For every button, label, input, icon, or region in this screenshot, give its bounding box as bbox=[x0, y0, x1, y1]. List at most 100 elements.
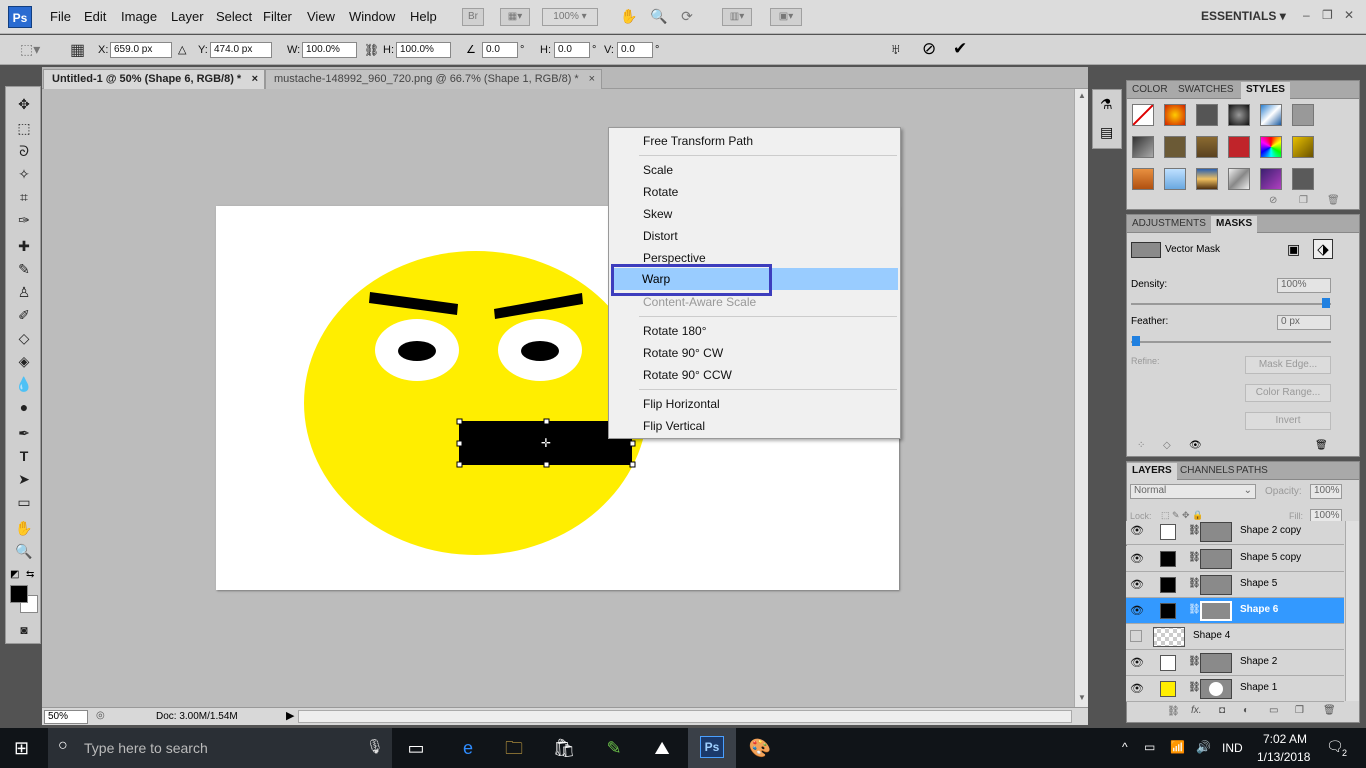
dodge-tool-icon[interactable]: ● bbox=[15, 398, 33, 416]
tab-swatches[interactable]: SWATCHES bbox=[1173, 82, 1239, 99]
status-menu-icon[interactable]: ▶ bbox=[286, 709, 294, 722]
store-icon[interactable]: 🛍 bbox=[550, 736, 578, 760]
transform-handle[interactable] bbox=[629, 461, 636, 468]
menu-filter[interactable]: Filter bbox=[263, 9, 292, 24]
chain-icon[interactable]: ⛓ bbox=[1188, 682, 1201, 693]
scroll-up-icon[interactable]: ▲ bbox=[1078, 91, 1086, 100]
chain-icon[interactable]: ⛓ bbox=[1188, 552, 1201, 563]
style-swatch[interactable] bbox=[1132, 168, 1154, 190]
chain-icon[interactable]: ⛓ bbox=[1188, 656, 1201, 667]
style-none-swatch[interactable] bbox=[1132, 104, 1154, 126]
layer-mask-thumb[interactable] bbox=[1200, 549, 1232, 569]
reference-point-icon[interactable]: ▦ bbox=[70, 40, 85, 60]
transform-handle[interactable] bbox=[456, 440, 463, 447]
lock-icons[interactable]: ⬚ ✎ ✥ 🔒 bbox=[1161, 510, 1203, 521]
mask-edge-button[interactable]: Mask Edge... bbox=[1245, 356, 1331, 374]
transform-handle[interactable] bbox=[456, 461, 463, 468]
clone-stamp-icon[interactable]: ♙ bbox=[15, 283, 33, 301]
menu-item-free-transform-path[interactable]: Free Transform Path bbox=[643, 134, 753, 148]
style-swatch[interactable] bbox=[1292, 136, 1314, 158]
layer-style-icon[interactable]: fx. bbox=[1191, 705, 1202, 716]
transform-handle[interactable] bbox=[543, 418, 550, 425]
tab-close-icon[interactable]: × bbox=[589, 70, 595, 88]
tab-styles[interactable]: STYLES bbox=[1241, 82, 1290, 99]
menu-select[interactable]: Select bbox=[216, 9, 252, 24]
menu-item-rotate-180[interactable]: Rotate 180° bbox=[643, 324, 707, 338]
add-pixel-mask-icon[interactable]: ▣ bbox=[1287, 241, 1300, 258]
visibility-icon[interactable]: 👁 bbox=[1189, 440, 1202, 451]
invert-button[interactable]: Invert bbox=[1245, 412, 1331, 430]
history-icon[interactable]: ⚗ bbox=[1100, 96, 1113, 113]
menu-help[interactable]: Help bbox=[410, 9, 437, 24]
height-field[interactable]: 100.0% bbox=[396, 42, 451, 58]
tab-layers[interactable]: LAYERS bbox=[1127, 463, 1177, 480]
marquee-tool-icon[interactable]: ⬚ bbox=[15, 119, 33, 137]
photoshop-taskbar-active[interactable]: Ps bbox=[688, 728, 736, 768]
tab-color[interactable]: COLOR bbox=[1127, 82, 1173, 99]
blur-tool-icon[interactable]: 💧 bbox=[15, 375, 33, 393]
style-swatch[interactable] bbox=[1196, 168, 1218, 190]
vertical-scrollbar[interactable]: ▲ ▼ bbox=[1074, 89, 1088, 707]
adjustment-layer-icon[interactable]: ◐ bbox=[1243, 705, 1249, 716]
menu-edit[interactable]: Edit bbox=[84, 9, 106, 24]
eye-icon[interactable]: 👁 bbox=[1130, 524, 1144, 537]
clear-style-icon[interactable]: ⊘ bbox=[1269, 195, 1277, 206]
minimize-icon[interactable]: – bbox=[1303, 8, 1310, 22]
move-tool-icon[interactable]: ✥ bbox=[15, 95, 33, 113]
color-range-button[interactable]: Color Range... bbox=[1245, 384, 1331, 402]
tab-masks[interactable]: MASKS bbox=[1211, 216, 1258, 233]
magic-wand-icon[interactable]: ✧ bbox=[15, 165, 33, 183]
taskbar-search[interactable]: ○ Type here to search 🎙 bbox=[48, 728, 392, 768]
style-swatch[interactable] bbox=[1292, 168, 1314, 190]
menu-layer[interactable]: Layer bbox=[171, 9, 204, 24]
feather-slider-thumb[interactable] bbox=[1132, 336, 1140, 346]
rotate-view-icon[interactable]: ⟳ bbox=[678, 8, 696, 26]
style-swatch[interactable] bbox=[1260, 168, 1282, 190]
layer-mask-thumb[interactable] bbox=[1200, 575, 1232, 595]
angle-field[interactable]: 0.0 bbox=[482, 42, 518, 58]
new-style-icon[interactable]: ❐ bbox=[1299, 195, 1308, 206]
language-indicator[interactable]: IND bbox=[1222, 741, 1243, 755]
zoom-tool-icon[interactable]: 🔍 bbox=[15, 542, 33, 560]
tab-mustache[interactable]: mustache-148992_960_720.png @ 66.7% (Sha… bbox=[265, 69, 602, 89]
shape-tool-icon[interactable]: ▭ bbox=[15, 493, 33, 511]
layer-mask-thumb[interactable] bbox=[1200, 522, 1232, 542]
blend-mode-select[interactable]: Normal ⌄ bbox=[1130, 484, 1256, 499]
file-explorer-icon[interactable]: 🗀 bbox=[500, 736, 528, 760]
menu-file[interactable]: File bbox=[50, 9, 71, 24]
swap-colors-icon[interactable]: ⇆ bbox=[26, 569, 34, 580]
tab-channels[interactable]: CHANNELS bbox=[1175, 463, 1239, 480]
brush-tool-icon[interactable]: ✎ bbox=[15, 260, 33, 278]
tab-paths[interactable]: PATHS bbox=[1231, 463, 1273, 480]
menu-item-flip-vertical[interactable]: Flip Vertical bbox=[643, 419, 705, 433]
layer-row[interactable]: 👁 ⛓ Shape 5 copy bbox=[1126, 546, 1344, 572]
screen-mode-icon[interactable]: ▣▾ bbox=[770, 8, 802, 26]
volume-icon[interactable]: 🔊 bbox=[1196, 740, 1211, 754]
tab-untitled-1[interactable]: Untitled-1 @ 50% (Shape 6, RGB/8) * × bbox=[43, 69, 265, 89]
style-swatch[interactable] bbox=[1292, 104, 1314, 126]
eye-icon[interactable]: 👁 bbox=[1130, 552, 1144, 565]
default-colors-icon[interactable]: ◩ bbox=[10, 569, 19, 580]
chain-icon[interactable]: ⛓ bbox=[1188, 604, 1201, 615]
link-icon[interactable]: ⛓ bbox=[364, 43, 379, 57]
x-field[interactable]: 659.0 px bbox=[110, 42, 172, 58]
chain-icon[interactable]: ⛓ bbox=[1188, 525, 1201, 536]
microphone-icon[interactable]: 🎙 bbox=[366, 738, 384, 755]
bridge-icon[interactable]: Br bbox=[462, 8, 484, 26]
pen-tool-icon[interactable]: ✒ bbox=[15, 424, 33, 442]
cancel-transform-icon[interactable]: ⊘ bbox=[922, 39, 936, 59]
feather-slider[interactable] bbox=[1131, 341, 1331, 343]
apply-mask-icon[interactable]: ◇ bbox=[1163, 440, 1171, 451]
tab-close-icon[interactable]: × bbox=[252, 70, 258, 88]
hand-tool-icon[interactable]: ✋ bbox=[15, 519, 33, 537]
delete-mask-icon[interactable]: 🗑 bbox=[1315, 440, 1328, 451]
path-selection-icon[interactable]: ➤ bbox=[15, 470, 33, 488]
menu-item-distort[interactable]: Distort bbox=[643, 229, 678, 243]
add-vector-mask-icon[interactable]: ⬗ bbox=[1313, 239, 1333, 259]
hand-icon[interactable]: ✋ bbox=[620, 8, 638, 26]
workspace-switcher[interactable]: ESSENTIALS ▾ bbox=[1201, 9, 1286, 23]
style-swatch[interactable] bbox=[1164, 136, 1186, 158]
density-slider-thumb[interactable] bbox=[1322, 298, 1330, 308]
style-swatch[interactable] bbox=[1164, 168, 1186, 190]
actions-icon[interactable]: ▤ bbox=[1100, 124, 1113, 141]
